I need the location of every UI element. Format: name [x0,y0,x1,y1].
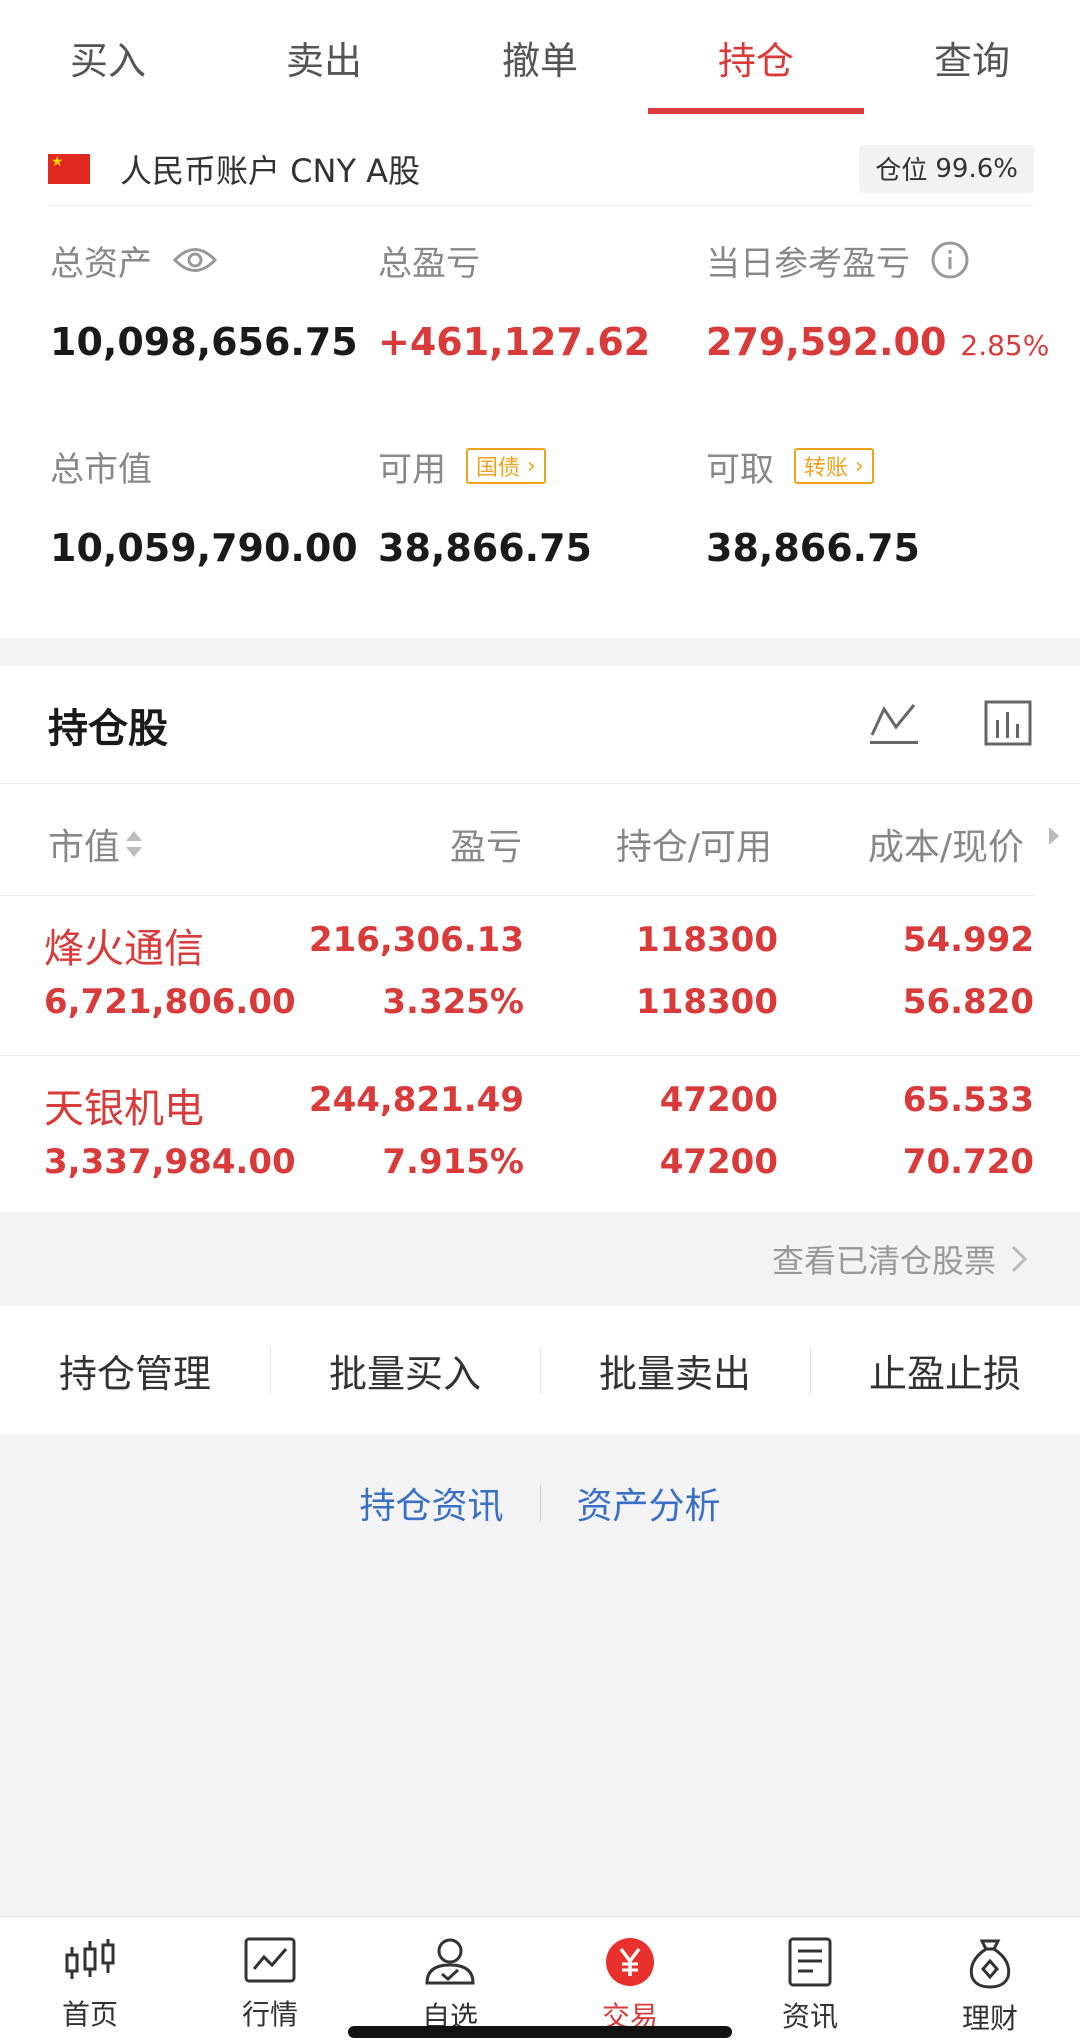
asset-analysis-link[interactable]: 资产分析 [541,1477,757,1529]
table-row[interactable]: 烽火通信 6,721,806.00 216,306.13 3.325% 1183… [0,896,1080,1056]
account-selector[interactable]: ★ 人民币账户 CNY A股 仓位 99.6% [48,132,1034,206]
nav-news-label: 资讯 [781,2000,838,2033]
account-name: 人民币账户 CNY A股 [120,151,421,190]
sort-icon [124,827,144,861]
top-tab-bar: 买入 卖出 撤单 持仓 查询 [0,0,1080,114]
tab-cancel-order[interactable]: 撤单 [432,0,648,114]
stock-pnl: 216,306.13 [308,920,524,960]
stock-pnl-pct: 3.325% [382,982,524,1022]
cleared-stocks-bar: 查看已清仓股票 [0,1212,1080,1306]
tab-sell[interactable]: 卖出 [216,0,432,114]
holdings-news-link[interactable]: 持仓资讯 [323,1477,539,1529]
withdrawable-label: 可取 [706,449,774,490]
stock-name: 天银机电 [44,1086,204,1132]
position-badge: 仓位 99.6% [859,144,1034,193]
transfer-button[interactable]: 转账 › [794,448,874,484]
bar-chart-icon[interactable] [984,700,1032,750]
stock-pnl: 244,821.49 [308,1080,524,1120]
stock-market-value: 6,721,806.00 [44,982,296,1022]
daily-pnl-pct: 2.85% [960,329,1050,362]
stock-position: 47200 [659,1080,778,1120]
cleared-stocks-link[interactable]: 查看已清仓股票 [772,1236,1028,1282]
market-value-value: 10,059,790.00 [50,526,358,570]
china-flag-icon: ★ [48,153,90,184]
line-chart-icon[interactable] [868,699,920,751]
take-profit-stop-loss-button[interactable]: 止盈止损 [810,1343,1080,1398]
nav-wealth[interactable]: 理财 [900,1917,1080,2044]
available-funds: 可用 国债 › 38,866.75 [378,442,592,570]
table-row[interactable]: 天银机电 3,337,984.00 244,821.49 7.915% 4720… [0,1056,1080,1216]
daily-pnl-label: 当日参考盈亏 [706,243,910,284]
stock-cost: 54.992 [902,920,1034,960]
stock-available: 118300 [636,982,778,1022]
nav-trade[interactable]: 交易 [540,1917,720,2044]
column-position-available: 持仓/可用 [615,827,772,868]
column-cost-price: 成本/现价 [867,827,1024,868]
available-value: 38,866.75 [378,526,592,570]
holdings-title: 持仓股 [48,705,168,752]
total-assets: 总资产 10,098,656.75 [50,236,358,365]
holdings-column-header: 市值 盈亏 持仓/可用 成本/现价 [0,784,1059,896]
column-pnl: 盈亏 [449,827,522,868]
total-assets-value: 10,098,656.75 [50,320,358,364]
home-indicator [348,2026,732,2038]
position-value: 99.6% [935,153,1018,184]
info-icon[interactable] [930,240,970,280]
chevron-right-icon [1010,1244,1028,1274]
info-links: 持仓资讯 资产分析 [0,1434,1080,1572]
column-market-value[interactable]: 市值 [48,818,144,870]
total-pnl-label: 总盈亏 [378,243,480,284]
nav-news[interactable]: 资讯 [720,1917,900,2044]
user-check-icon [423,1937,477,1991]
scroll-right-icon[interactable] [1046,824,1062,852]
yen-icon [603,1937,657,1991]
daily-pnl: 当日参考盈亏 279,592.00 2.85% [706,236,1049,364]
withdrawable-funds: 可取 转账 › 38,866.75 [706,442,920,570]
nav-home[interactable]: 首页 [0,1917,180,2044]
nav-wealth-label: 理财 [961,2002,1018,2035]
nav-watchlist[interactable]: 自选 [360,1917,540,2044]
stock-available: 47200 [659,1142,778,1182]
eye-icon[interactable] [172,245,218,275]
chart-icon [244,1937,296,1989]
total-assets-label: 总资产 [50,243,152,284]
batch-sell-button[interactable]: 批量卖出 [540,1343,810,1398]
nav-home-label: 首页 [61,1998,118,2031]
manage-holdings-button[interactable]: 持仓管理 [0,1343,270,1398]
treasury-bond-button[interactable]: 国债 › [466,448,546,484]
withdrawable-value: 38,866.75 [706,526,920,570]
stock-pnl-pct: 7.915% [382,1142,524,1182]
tab-holdings[interactable]: 持仓 [648,0,864,114]
stock-cost: 65.533 [902,1080,1034,1120]
batch-buy-button[interactable]: 批量买入 [270,1343,540,1398]
stock-name: 烽火通信 [44,926,204,972]
account-summary: ★ 人民币账户 CNY A股 仓位 99.6% 总资产 10,098,656.7… [0,114,1080,638]
tab-query[interactable]: 查询 [864,0,1080,114]
holdings-section: 持仓股 市值 盈亏 持仓/可用 成本/现价 烽火通信 6,721,806.00 … [0,666,1080,1212]
tab-buy[interactable]: 买入 [0,0,216,114]
holding-actions: 持仓管理 批量买入 批量卖出 止盈止损 [0,1306,1080,1434]
stock-market-value: 3,337,984.00 [44,1142,296,1182]
available-label: 可用 [378,449,446,490]
stock-price: 70.720 [902,1142,1034,1182]
position-label: 仓位 [875,156,928,186]
candlestick-icon [64,1937,116,1989]
stock-price: 56.820 [902,982,1034,1022]
total-pnl: 总盈亏 +461,127.62 [378,236,651,365]
bottom-nav: 首页 行情 自选 交易 资讯 理财 [0,1916,1080,2044]
market-value-label: 总市值 [50,449,152,490]
total-pnl-value: +461,127.62 [378,320,651,364]
money-bag-icon [964,1937,1016,1993]
daily-pnl-value: 279,592.00 [706,320,947,364]
document-icon [787,1937,833,1991]
nav-market-label: 行情 [241,1998,298,2031]
stock-position: 118300 [636,920,778,960]
nav-market[interactable]: 行情 [180,1917,360,2044]
market-value: 总市值 10,059,790.00 [50,442,358,571]
